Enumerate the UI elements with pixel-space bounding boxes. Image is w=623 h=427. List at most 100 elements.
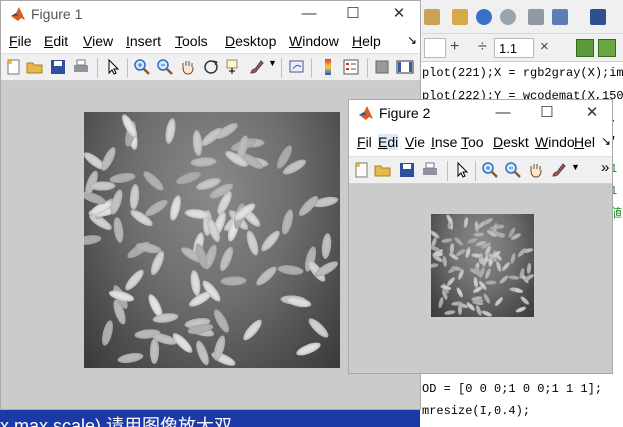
rice-grain (453, 236, 465, 247)
minimize-button[interactable]: — (481, 100, 525, 128)
rice-grain (193, 339, 212, 367)
rice-grain (100, 319, 116, 347)
toolbar-separator (311, 58, 312, 78)
menu-tools[interactable]: Too (461, 134, 484, 150)
zoom-out-icon[interactable] (156, 58, 174, 76)
rice-grain (129, 183, 141, 211)
undo-icon[interactable] (476, 9, 492, 25)
menu-edit[interactable]: Edit (44, 33, 68, 49)
pointer-icon[interactable] (453, 161, 471, 179)
rice-grain (473, 231, 485, 237)
find-icon[interactable] (552, 9, 568, 25)
figure-2-toolbar: ▼ » (349, 156, 612, 184)
brush-icon[interactable] (248, 58, 266, 76)
menu-file[interactable]: File (9, 33, 32, 49)
legend-icon[interactable] (342, 58, 360, 76)
menu-insert[interactable]: Inse (431, 134, 457, 150)
rice-image-resized-axes[interactable] (431, 214, 534, 317)
code-line: mresize(I,0.4); (422, 404, 531, 418)
menu-window[interactable]: Windo (535, 134, 575, 150)
save-icon[interactable] (398, 161, 416, 179)
figure-2-titlebar[interactable]: Figure 2 — ☐ ✕ (349, 100, 612, 128)
close-button[interactable]: ✕ (570, 100, 614, 128)
rice-grain (484, 267, 493, 279)
evaluate-cell-icon[interactable] (576, 39, 594, 57)
rice-grain (440, 237, 453, 244)
save-icon[interactable] (49, 58, 67, 76)
code-line: plot(221);X = rgb2gray(X);ims (422, 66, 623, 80)
zoom-in-icon[interactable] (133, 58, 151, 76)
rice-grain (463, 216, 469, 228)
rice-grain (279, 208, 296, 236)
rice-grain (500, 260, 511, 272)
menu-tools[interactable]: Tools (175, 33, 208, 49)
rotate-3d-icon[interactable] (202, 58, 220, 76)
rice-grain (508, 275, 520, 281)
figure-2-title: Figure 2 (379, 105, 431, 121)
matlab-logo-icon (359, 106, 373, 120)
menu-file[interactable]: Fil (357, 134, 372, 150)
brush-dropdown-icon[interactable]: ▼ (268, 58, 277, 68)
matlab-logo-icon (11, 7, 25, 21)
paste-icon[interactable] (452, 9, 468, 25)
menu-desktop[interactable]: Desktop (225, 33, 276, 49)
toolbar-overflow-chevron-icon[interactable]: » (601, 159, 609, 176)
zoom-out-icon[interactable] (504, 161, 522, 179)
rice-grain (211, 307, 232, 335)
pointer-icon[interactable] (104, 58, 122, 76)
figure-1-titlebar[interactable]: Figure 1 — ☐ ✕ (1, 1, 420, 29)
dock-arrow-icon[interactable]: ↘ (601, 134, 611, 148)
zoom-in-icon[interactable] (481, 161, 499, 179)
new-file-icon[interactable] (353, 161, 371, 179)
zoom-field[interactable]: 1.1 (494, 38, 534, 58)
rice-grain (482, 292, 491, 304)
rice-grain (108, 188, 125, 217)
pan-hand-icon[interactable] (527, 161, 545, 179)
show-plot-tools-icon[interactable] (396, 58, 414, 76)
rice-image-axes[interactable] (84, 112, 340, 368)
menu-view[interactable]: Vie (405, 134, 425, 150)
minimize-button[interactable]: — (287, 1, 331, 29)
evaluate-advance-icon[interactable] (598, 39, 616, 57)
brush-icon[interactable] (550, 161, 568, 179)
print-icon[interactable] (72, 58, 90, 76)
close-button[interactable]: ✕ (377, 1, 421, 29)
rice-grain (258, 228, 283, 254)
menu-view[interactable]: View (83, 33, 113, 49)
brush-dropdown-icon[interactable]: ▼ (571, 162, 580, 172)
new-file-icon[interactable] (5, 58, 23, 76)
menu-insert[interactable]: Insert (126, 33, 161, 49)
menu-help[interactable]: Hel (574, 134, 595, 150)
maximize-button[interactable]: ☐ (331, 1, 375, 29)
increment-icon[interactable]: + (450, 38, 459, 56)
rice-grain (285, 295, 313, 310)
menu-window[interactable]: Window (289, 33, 339, 49)
print-icon[interactable] (421, 161, 439, 179)
open-folder-icon[interactable] (374, 161, 392, 179)
figure-2-window[interactable]: Figure 2 — ☐ ✕ Fil Edi Vie Inse Too Desk… (348, 99, 613, 374)
data-cursor-icon[interactable] (225, 58, 243, 76)
menu-desktop[interactable]: Deskt (493, 134, 529, 150)
hide-plot-tools-icon[interactable] (373, 58, 391, 76)
multiply-icon[interactable]: × (540, 38, 549, 55)
maximize-button[interactable]: ☐ (525, 100, 569, 128)
copy-icon[interactable] (424, 9, 440, 25)
menu-help[interactable]: Help (352, 33, 381, 49)
menu-edit[interactable]: Edi (378, 134, 399, 150)
redo-icon[interactable] (500, 9, 516, 25)
open-folder-icon[interactable] (26, 58, 44, 76)
figure-2-menubar: Fil Edi Vie Inse Too Deskt Windo Hel ↘ (349, 128, 612, 156)
cell-field[interactable] (424, 38, 446, 58)
command-window-text: x max scale) 请用图像放大双 (0, 416, 233, 427)
dock-arrow-icon[interactable]: ↘ (407, 33, 417, 47)
toolbar-separator (447, 161, 448, 181)
pan-hand-icon[interactable] (179, 58, 197, 76)
divide-icon[interactable]: ÷ (478, 38, 487, 56)
rice-grain (192, 129, 204, 157)
link-plot-icon[interactable] (288, 58, 306, 76)
editor-cell-toolbar: + ÷ 1.1 × (420, 34, 623, 62)
colorbar-icon[interactable] (319, 58, 337, 76)
print-icon[interactable] (528, 9, 544, 25)
binoculars-icon[interactable] (590, 9, 606, 25)
figure-2-canvas[interactable] (349, 184, 612, 373)
